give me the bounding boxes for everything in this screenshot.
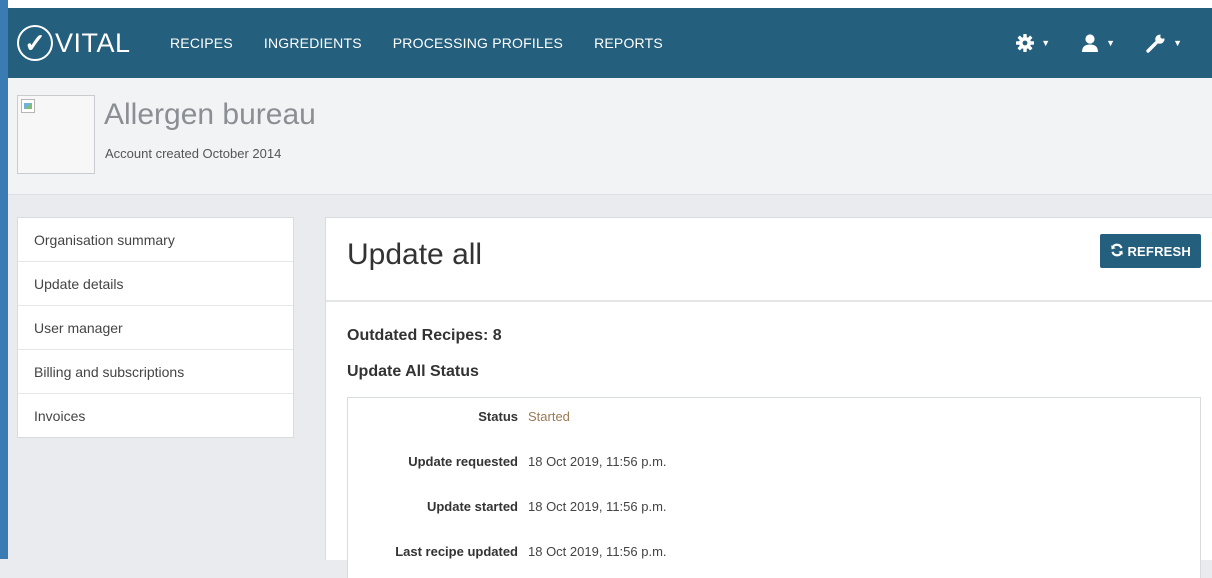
status-row: Status Started (348, 409, 1200, 429)
user-icon (1080, 33, 1100, 53)
refresh-icon (1110, 243, 1127, 260)
main-nav: RECIPES INGREDIENTS PROCESSING PROFILES … (170, 8, 694, 78)
organisation-name: Allergen bureau (104, 98, 316, 131)
update-started-label: Update started (426, 499, 518, 514)
tools-menu-button[interactable]: ▼ (1145, 32, 1182, 54)
refresh-button[interactable]: REFRESH (1100, 234, 1201, 268)
panel-divider (326, 300, 1212, 302)
window-left-edge (0, 0, 8, 559)
account-created-text: Account created October 2014 (105, 146, 282, 161)
update-all-panel: Update all REFRESH Outdated Recipes: 8 U… (325, 217, 1212, 578)
wrench-icon (1145, 32, 1167, 54)
status-heading: Update All Status (347, 363, 479, 380)
status-details-box: Status Started Update requested 18 Oct 2… (347, 397, 1201, 578)
chevron-down-icon: ▼ (1173, 38, 1182, 48)
outdated-recipes-count: Outdated Recipes: 8 (347, 327, 502, 344)
nav-processing-profiles[interactable]: PROCESSING PROFILES (393, 35, 563, 51)
status-label: Status (478, 409, 518, 424)
update-started-row: Update started 18 Oct 2019, 11:56 p.m. (348, 499, 1200, 519)
sidebar-item-update-details[interactable]: Update details (18, 262, 293, 306)
refresh-label: REFRESH (1127, 243, 1191, 259)
brand-name: VITAL (55, 27, 131, 58)
vital-logo[interactable]: ✓ VITAL (17, 21, 131, 65)
sidebar-item-organisation-summary[interactable]: Organisation summary (18, 218, 293, 262)
update-started-value: 18 Oct 2019, 11:56 p.m. (528, 499, 667, 514)
nav-ingredients[interactable]: INGREDIENTS (264, 35, 362, 51)
sidebar-item-billing[interactable]: Billing and subscriptions (18, 350, 293, 394)
sidebar-item-invoices[interactable]: Invoices (18, 394, 293, 437)
last-recipe-updated-row: Last recipe updated 18 Oct 2019, 11:56 p… (348, 544, 1200, 564)
broken-image-icon (21, 99, 35, 113)
page-title: Update all (347, 238, 483, 271)
update-requested-value: 18 Oct 2019, 11:56 p.m. (528, 454, 667, 469)
nav-tools: ▼ ▼ ▼ (985, 8, 1182, 78)
nav-recipes[interactable]: RECIPES (170, 35, 233, 51)
sidebar-item-user-manager[interactable]: User manager (18, 306, 293, 350)
top-navbar: ✓ VITAL RECIPES INGREDIENTS PROCESSING P… (8, 8, 1212, 78)
organisation-header: Allergen bureau Account created October … (8, 78, 1212, 195)
last-recipe-updated-label: Last recipe updated (395, 544, 518, 559)
settings-menu-button[interactable]: ▼ (1015, 33, 1050, 53)
user-menu-button[interactable]: ▼ (1080, 33, 1115, 53)
nav-reports[interactable]: REPORTS (594, 35, 663, 51)
sidebar-menu: Organisation summary Update details User… (17, 217, 294, 438)
update-requested-label: Update requested (408, 454, 518, 469)
status-value: Started (528, 409, 570, 424)
chevron-down-icon: ▼ (1106, 38, 1116, 48)
organisation-logo (17, 95, 95, 174)
gear-icon (1015, 33, 1035, 53)
last-recipe-updated-value: 18 Oct 2019, 11:56 p.m. (528, 544, 667, 559)
update-requested-row: Update requested 18 Oct 2019, 11:56 p.m. (348, 454, 1200, 474)
check-logo-icon: ✓ (17, 25, 53, 61)
window-top-edge (0, 0, 1212, 8)
chevron-down-icon: ▼ (1041, 38, 1051, 48)
